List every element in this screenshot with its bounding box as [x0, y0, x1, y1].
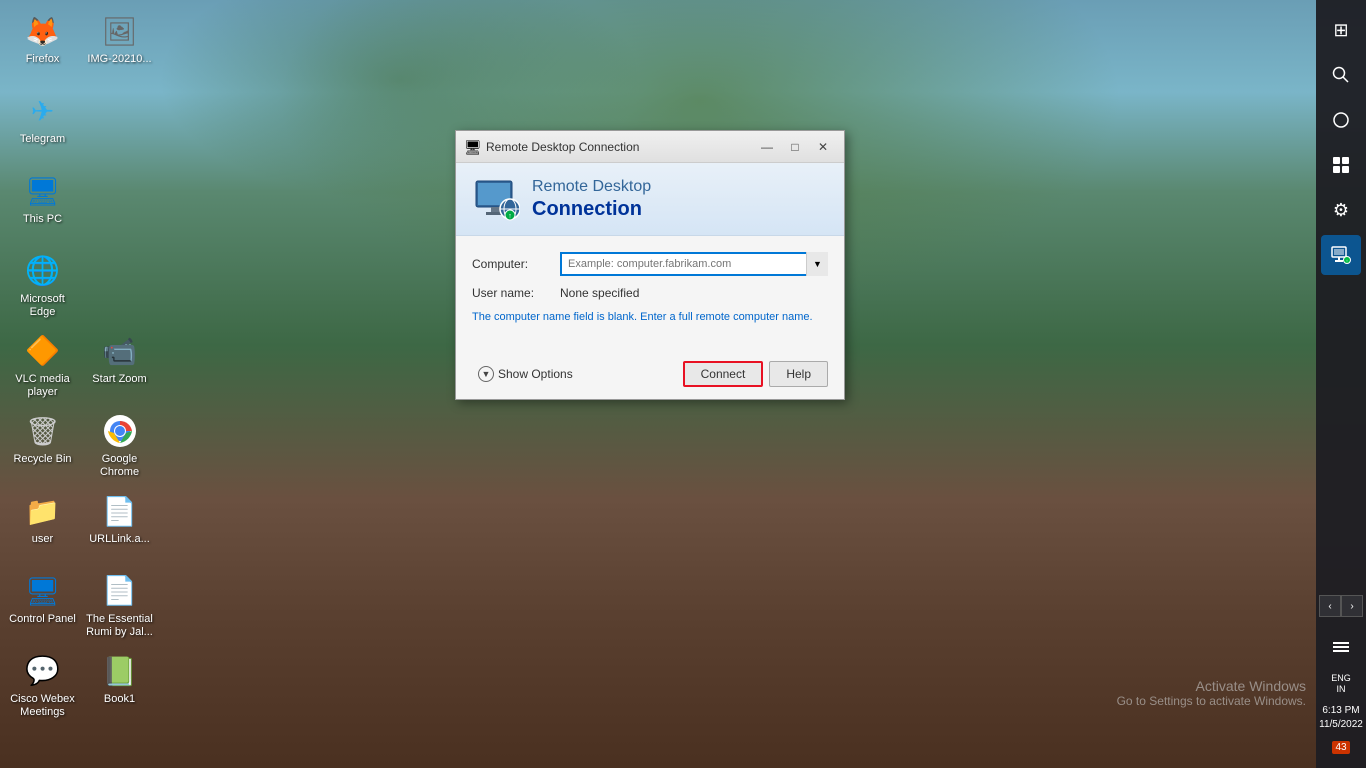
username-value: None specified — [560, 286, 639, 300]
msedge-label: Microsoft Edge — [9, 293, 76, 319]
recycle-label: Recycle Bin — [13, 453, 71, 466]
cpanel-label: Control Panel — [9, 613, 76, 626]
taskview-button[interactable] — [1321, 100, 1361, 140]
firefox-icon: 🦊 — [23, 11, 63, 51]
show-options-button[interactable]: ▼ Show Options — [472, 362, 579, 386]
dialog-titlebar-buttons: — □ ✕ — [754, 137, 836, 157]
date-display: 11/5/2022 — [1319, 718, 1363, 732]
desktop-icon-firefox[interactable]: 🦊 Firefox — [5, 5, 80, 85]
close-button[interactable]: ✕ — [810, 137, 836, 157]
rumi-icon: 📄 — [100, 571, 140, 611]
webex-label: Cisco Webex Meetings — [9, 693, 76, 719]
dialog-titlebar: 🖥 Remote Desktop Connection — □ ✕ — [456, 131, 844, 163]
username-row: User name: None specified — [472, 286, 828, 300]
desktop-icon-chrome[interactable]: Google Chrome — [82, 405, 157, 485]
webex-icon: 💬 — [23, 651, 63, 691]
desktop-icon-msedge[interactable]: 🌐 Microsoft Edge — [5, 245, 80, 325]
dialog-footer: ▼ Show Options Connect Help — [456, 353, 844, 399]
clock: 6:13 PM 11/5/2022 — [1319, 704, 1363, 732]
language-indicator: ENGIN — [1331, 673, 1351, 695]
desktop-icon-user[interactable]: 📁 user — [5, 485, 80, 565]
time-display: 6:13 PM — [1319, 704, 1363, 718]
help-button[interactable]: Help — [769, 361, 828, 387]
desktop-icon-img[interactable]: 🖼 IMG-20210... — [82, 5, 157, 85]
thispc-label: This PC — [23, 213, 62, 226]
activate-line1: Activate Windows — [1117, 678, 1306, 694]
desktop-icon-vlc[interactable]: 🔶 VLC media player — [5, 325, 80, 405]
firefox-label: Firefox — [26, 53, 60, 66]
widgets-button[interactable] — [1321, 145, 1361, 185]
svg-text:↑: ↑ — [508, 213, 512, 220]
recycle-icon: 🗑 — [23, 411, 63, 451]
show-options-icon: ▼ — [478, 366, 494, 382]
cpanel-icon: 🖥 — [23, 571, 63, 611]
start-button[interactable]: ⊞ — [1321, 10, 1361, 50]
zoom-icon: 📹 — [100, 331, 140, 371]
img-label: IMG-20210... — [87, 53, 151, 66]
activate-line2: Go to Settings to activate Windows. — [1117, 694, 1306, 708]
desktop-icon-recycle[interactable]: 🗑 Recycle Bin — [5, 405, 80, 485]
nav-right-arrow[interactable]: › — [1341, 595, 1363, 617]
computer-input-wrapper: ▼ — [560, 252, 828, 276]
connect-button[interactable]: Connect — [683, 361, 764, 387]
desktop-icon-book[interactable]: 📗 Book1 — [82, 645, 157, 725]
vlc-label: VLC media player — [9, 373, 76, 399]
rumi-label: The Essential Rumi by Jal... — [86, 613, 153, 639]
computer-label: Computer: — [472, 257, 552, 271]
book-label: Book1 — [104, 693, 135, 706]
urllink-icon: 📄 — [100, 491, 140, 531]
right-sidebar: ⊞ ⚙ — [1316, 0, 1366, 768]
toolbar-icon[interactable] — [1321, 626, 1361, 666]
chrome-icon — [100, 411, 140, 451]
chrome-label: Google Chrome — [86, 453, 153, 479]
computer-input[interactable] — [560, 252, 828, 276]
computer-row: Computer: ▼ — [472, 252, 828, 276]
nav-left-arrow[interactable]: ‹ — [1319, 595, 1341, 617]
computer-dropdown-btn[interactable]: ▼ — [806, 252, 828, 276]
settings-button[interactable]: ⚙ — [1321, 190, 1361, 230]
desktop-icon-webex[interactable]: 💬 Cisco Webex Meetings — [5, 645, 80, 725]
dialog-body: Computer: ▼ User name: None specified Th… — [456, 236, 844, 353]
search-button[interactable] — [1321, 55, 1361, 95]
username-label: User name: — [472, 286, 552, 300]
user-label: user — [32, 533, 53, 546]
activate-watermark: Activate Windows Go to Settings to activ… — [1117, 678, 1306, 708]
img-icon: 🖼 — [100, 11, 140, 51]
urllink-label: URLLink.a... — [89, 533, 150, 546]
msedge-icon: 🌐 — [23, 251, 63, 291]
show-options-label: Show Options — [498, 367, 573, 381]
dialog-header: ↑ Remote Desktop Connection — [456, 163, 844, 236]
desktop-icon-urllink[interactable]: 📄 URLLink.a... — [82, 485, 157, 565]
rdc-dialog: 🖥 Remote Desktop Connection — □ ✕ — [455, 130, 845, 400]
notifications-badge[interactable]: 43 — [1332, 741, 1349, 754]
dialog-title-text: Remote Desktop Connection — [486, 140, 639, 154]
dialog-buttons: Connect Help — [683, 361, 828, 387]
maximize-button[interactable]: □ — [782, 137, 808, 157]
svg-text:↑: ↑ — [1346, 259, 1349, 265]
minimize-button[interactable]: — — [754, 137, 780, 157]
dialog-title-left: 🖥 Remote Desktop Connection — [464, 139, 639, 155]
desktop-icon-cpanel[interactable]: 🖥 Control Panel — [5, 565, 80, 645]
desktop-icon-zoom[interactable]: 📹 Start Zoom — [82, 325, 157, 405]
book-icon: 📗 — [100, 651, 140, 691]
telegram-icon: ✈ — [23, 91, 63, 131]
nav-arrows: ‹ › — [1319, 595, 1363, 617]
desktop-icon-thispc[interactable]: 🖥 This PC — [5, 165, 80, 245]
thispc-icon: 🖥 — [23, 171, 63, 211]
vlc-icon: 🔶 — [23, 331, 63, 371]
rdc-sidebar-icon[interactable]: ↑ — [1321, 235, 1361, 275]
desktop-icon-telegram[interactable]: ✈ Telegram — [5, 85, 80, 165]
dialog-header-icon: ↑ — [472, 175, 520, 223]
telegram-label: Telegram — [20, 133, 65, 146]
desktop-icon-rumi[interactable]: 📄 The Essential Rumi by Jal... — [82, 565, 157, 645]
dialog-warning: The computer name field is blank. Enter … — [472, 310, 828, 325]
dialog-header-line2: Connection — [532, 197, 651, 221]
user-icon: 📁 — [23, 491, 63, 531]
dialog-header-line1: Remote Desktop — [532, 177, 651, 196]
dialog-title-icon: 🖥 — [464, 139, 480, 155]
dialog-header-title: Remote Desktop Connection — [532, 177, 651, 220]
zoom-label: Start Zoom — [92, 373, 146, 386]
